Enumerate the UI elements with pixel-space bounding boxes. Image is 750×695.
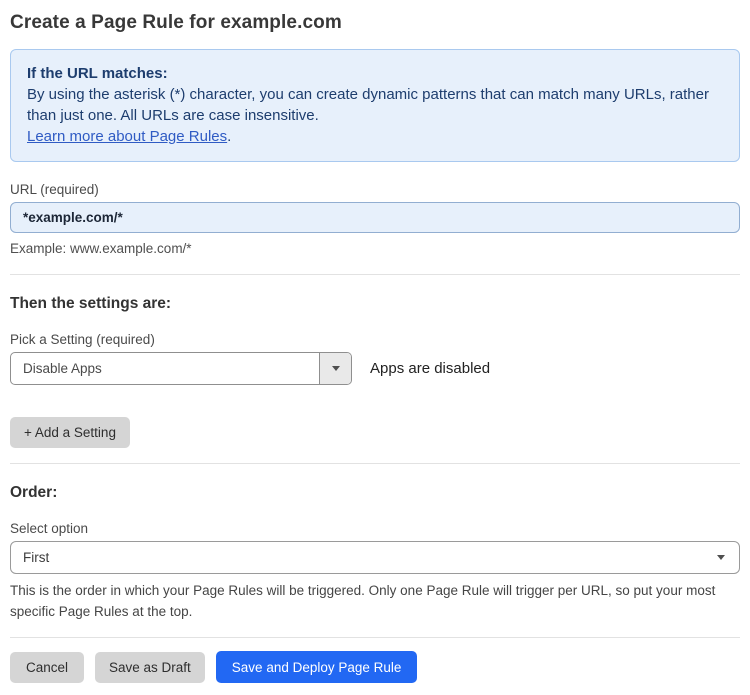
url-field-label: URL (required)	[10, 182, 99, 197]
url-input[interactable]	[10, 202, 740, 233]
chevron-down-icon	[717, 555, 725, 560]
order-select-label: Select option	[10, 521, 89, 536]
order-select-value: First	[23, 550, 50, 565]
divider-after-url	[10, 274, 740, 275]
page-title: Create a Page Rule for example.com	[10, 12, 342, 33]
setting-status-text: Apps are disabled	[370, 360, 491, 377]
info-box-heading: If the URL matches:	[27, 65, 168, 82]
learn-more-link[interactable]: Learn more about Page Rules	[27, 128, 227, 145]
chevron-down-icon	[331, 366, 340, 371]
divider-after-settings	[10, 463, 740, 464]
url-example-helper: Example: www.example.com/*	[10, 241, 192, 256]
info-box-link-line: Learn more about Page Rules.	[27, 126, 723, 147]
setting-picker-row: Disable Apps Apps are disabled	[10, 352, 740, 385]
pick-setting-label: Pick a Setting (required)	[10, 332, 155, 347]
url-match-info-box: If the URL matches: By using the asteris…	[10, 49, 740, 162]
divider-before-actions	[10, 637, 740, 638]
order-section-heading: Order:	[10, 484, 58, 501]
cancel-button[interactable]: Cancel	[10, 651, 84, 683]
add-setting-button[interactable]: + Add a Setting	[10, 417, 130, 448]
save-and-deploy-button[interactable]: Save and Deploy Page Rule	[215, 651, 418, 683]
url-field-group: URL (required) Example: www.example.com/…	[10, 182, 740, 259]
settings-section-heading: Then the settings are:	[10, 295, 172, 312]
info-box-body: By using the asterisk (*) character, you…	[27, 86, 709, 124]
link-period: .	[227, 128, 232, 145]
order-helper-text: This is the order in which your Page Rul…	[10, 583, 716, 619]
setting-select-arrow-button[interactable]	[319, 353, 351, 384]
actions-row: Cancel Save as Draft Save and Deploy Pag…	[10, 651, 740, 683]
order-select[interactable]: First	[10, 541, 740, 574]
save-as-draft-button[interactable]: Save as Draft	[95, 651, 205, 683]
setting-select[interactable]: Disable Apps	[10, 352, 352, 385]
setting-select-value: Disable Apps	[23, 361, 102, 376]
